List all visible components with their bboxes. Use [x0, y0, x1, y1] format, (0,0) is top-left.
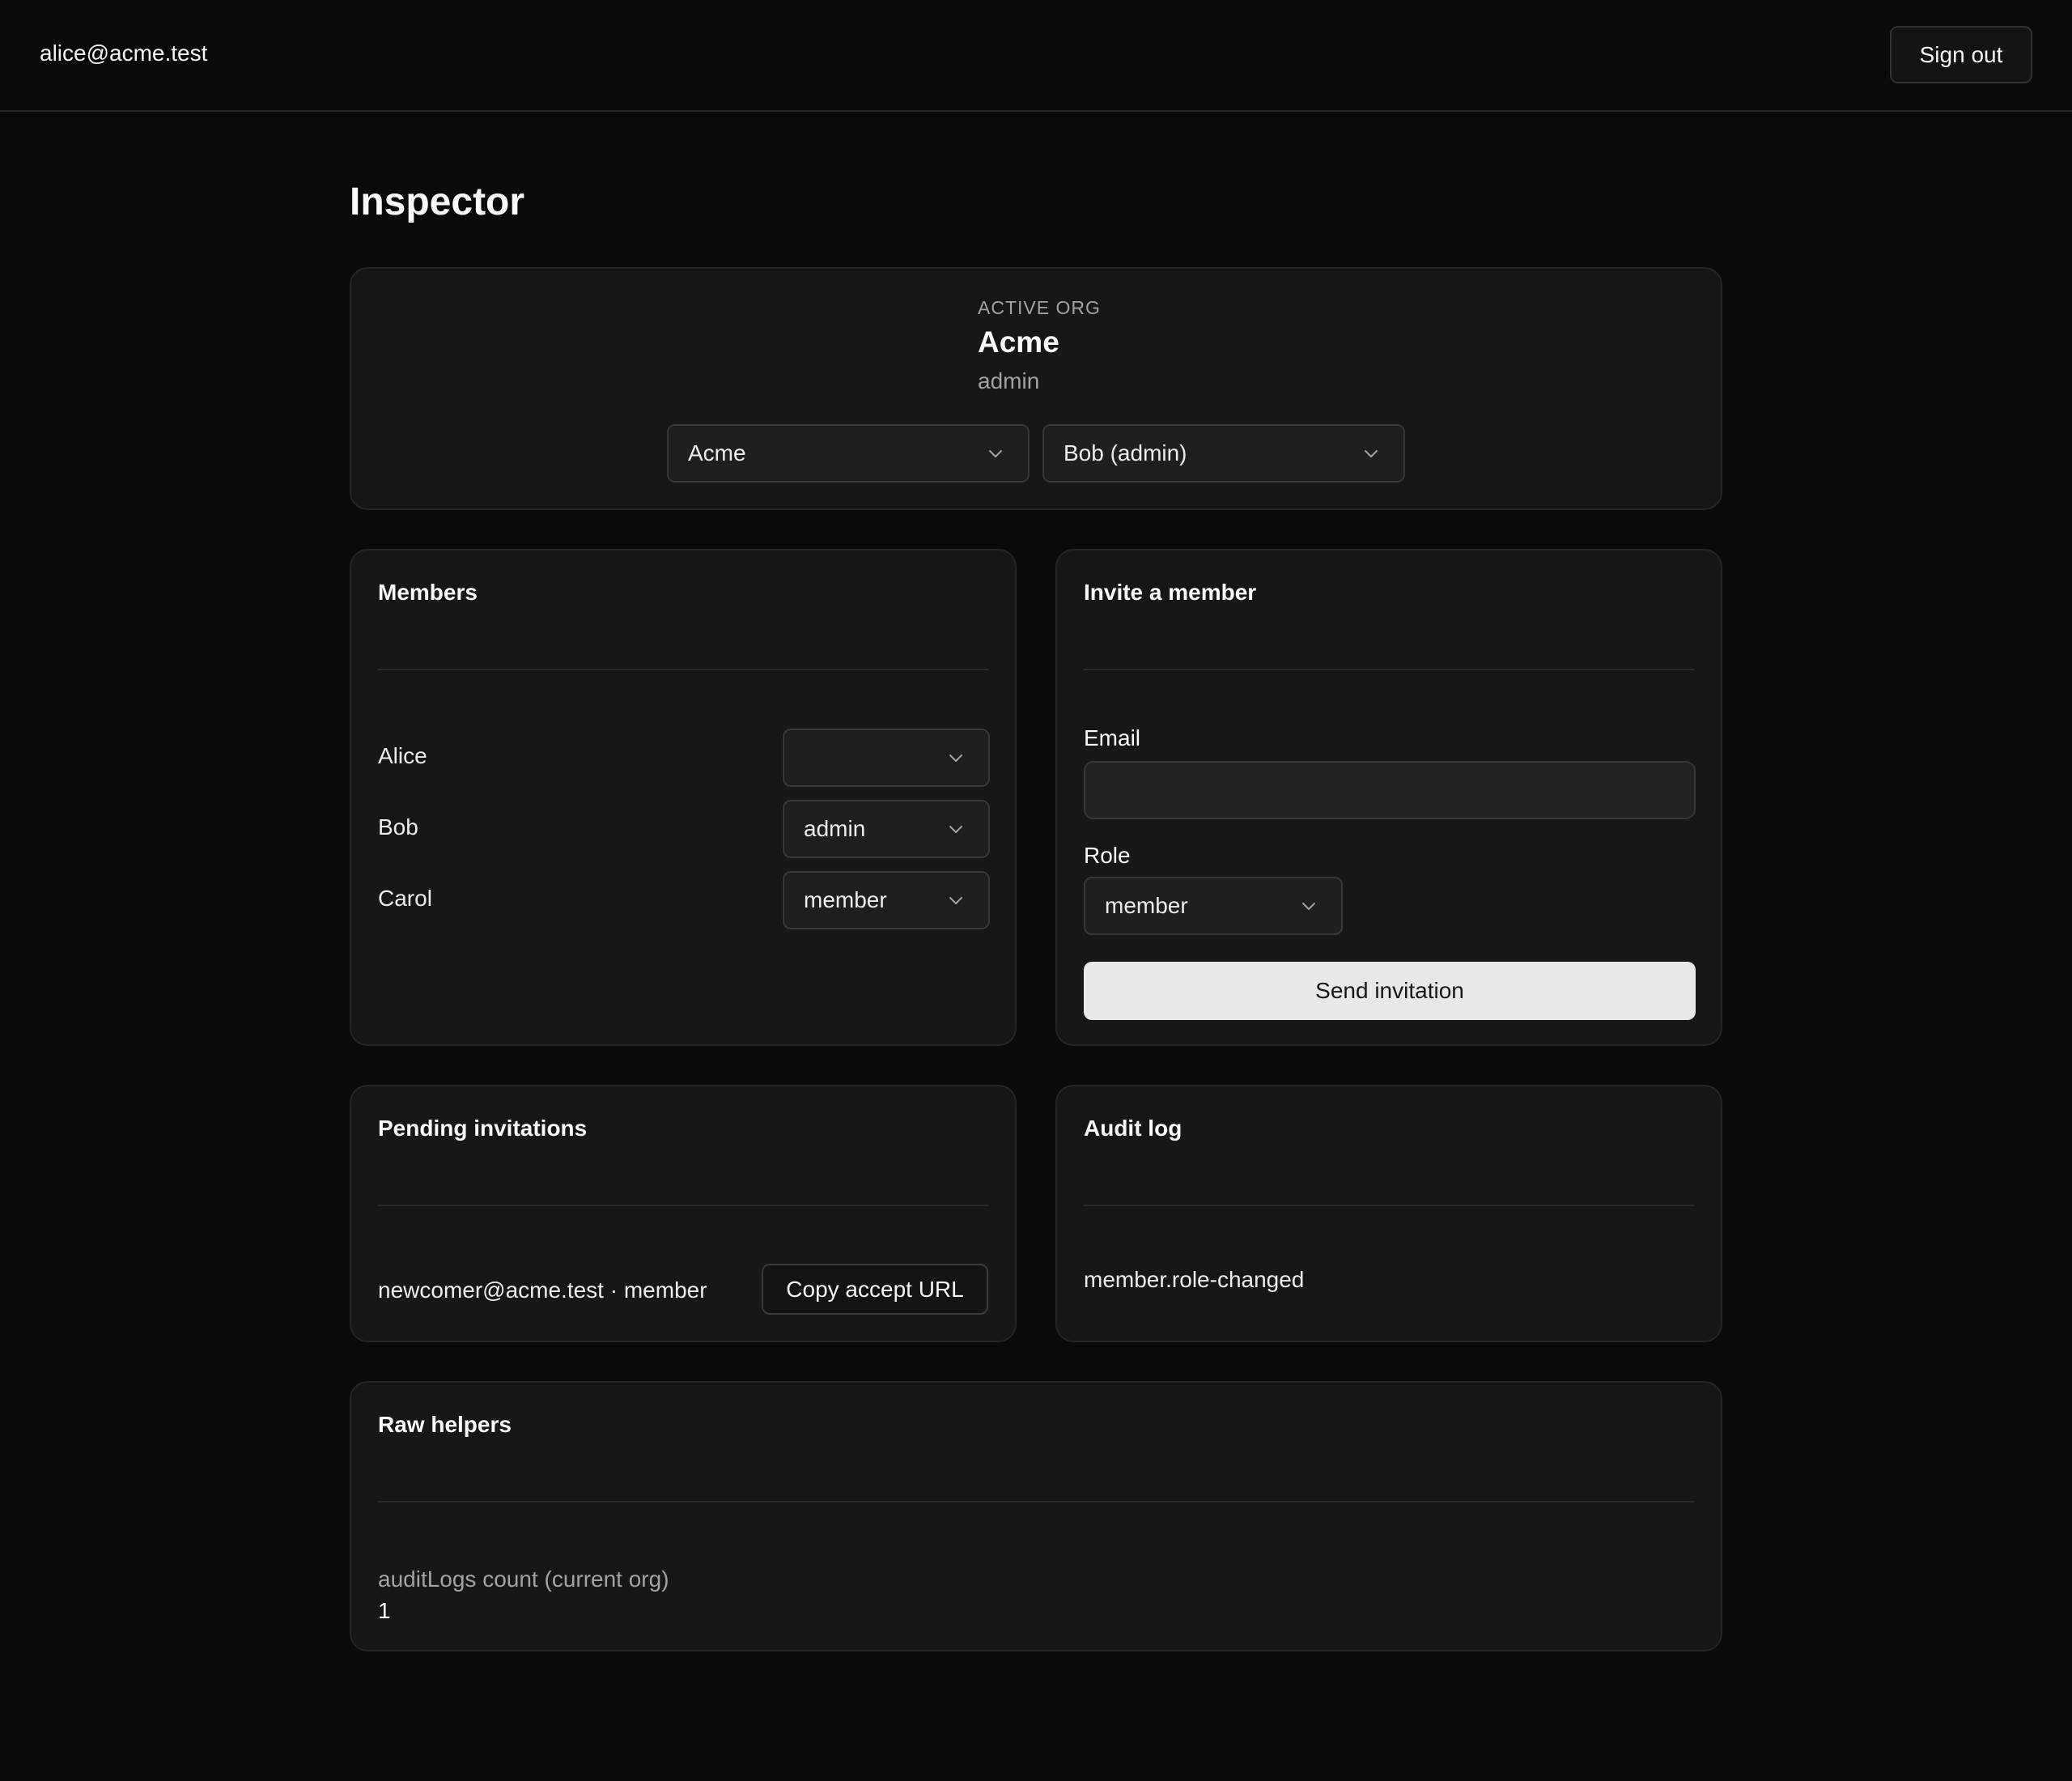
- pending-invitations-card: Pending invitations newcomer@acme.test ·…: [350, 1085, 1017, 1342]
- audit-log-title: Audit log: [1084, 1116, 1182, 1141]
- divider: [1084, 669, 1694, 670]
- invite-role-value: member: [1105, 893, 1188, 918]
- role-label: Role: [1084, 843, 1131, 868]
- audit-log-card: Audit log member.role-changed: [1055, 1085, 1722, 1342]
- sign-out-button[interactable]: Sign out: [1890, 26, 2032, 83]
- divider: [378, 1501, 1694, 1503]
- chevron-down-icon: [946, 819, 966, 839]
- active-org-role: admin: [978, 368, 1040, 393]
- send-invitation-button[interactable]: Send invitation: [1084, 962, 1696, 1020]
- active-org-label: ACTIVE ORG: [978, 297, 1101, 318]
- invite-card: Invite a member Email Role member Send i…: [1055, 549, 1722, 1046]
- member-role-value: member: [804, 887, 887, 912]
- user-select-value: Bob (admin): [1064, 440, 1187, 465]
- chevron-down-icon: [946, 748, 966, 767]
- page-title: Inspector: [350, 181, 525, 223]
- raw-helpers-title: Raw helpers: [378, 1412, 512, 1437]
- chevron-down-icon: [1299, 896, 1318, 916]
- user-email: alice@acme.test: [40, 40, 208, 66]
- active-org-name: Acme: [978, 325, 1059, 359]
- pending-invitation-text: newcomer@acme.test · member: [378, 1277, 707, 1303]
- member-role-value: admin: [804, 816, 866, 841]
- chevron-down-icon: [946, 890, 966, 910]
- member-role-select[interactable]: admin: [783, 800, 990, 858]
- divider: [378, 669, 988, 670]
- member-name: Bob: [378, 814, 418, 839]
- top-bar: alice@acme.test Sign out: [0, 0, 2072, 112]
- audit-log-entry: member.role-changed: [1084, 1267, 1305, 1292]
- members-card: Members Alice Bob admin Carol member: [350, 549, 1017, 1046]
- member-name: Alice: [378, 743, 427, 768]
- pending-invitations-title: Pending invitations: [378, 1116, 588, 1141]
- org-select-value: Acme: [688, 440, 746, 465]
- org-select[interactable]: Acme: [667, 424, 1030, 482]
- audit-logs-count-value: 1: [378, 1598, 391, 1623]
- raw-helpers-card: Raw helpers auditLogs count (current org…: [350, 1381, 1722, 1651]
- invite-role-select[interactable]: member: [1084, 877, 1343, 935]
- chevron-down-icon: [1361, 444, 1381, 463]
- divider: [378, 1205, 988, 1206]
- copy-accept-url-button[interactable]: Copy accept URL: [762, 1264, 988, 1315]
- email-field[interactable]: [1084, 761, 1696, 819]
- member-name: Carol: [378, 886, 432, 911]
- members-title: Members: [378, 580, 478, 605]
- member-role-select[interactable]: member: [783, 871, 990, 929]
- chevron-down-icon: [986, 444, 1005, 463]
- divider: [1084, 1205, 1694, 1206]
- audit-logs-count-label: auditLogs count (current org): [378, 1566, 669, 1592]
- member-role-select[interactable]: [783, 729, 990, 787]
- invite-title: Invite a member: [1084, 580, 1257, 605]
- email-label: Email: [1084, 725, 1141, 750]
- user-select[interactable]: Bob (admin): [1042, 424, 1405, 482]
